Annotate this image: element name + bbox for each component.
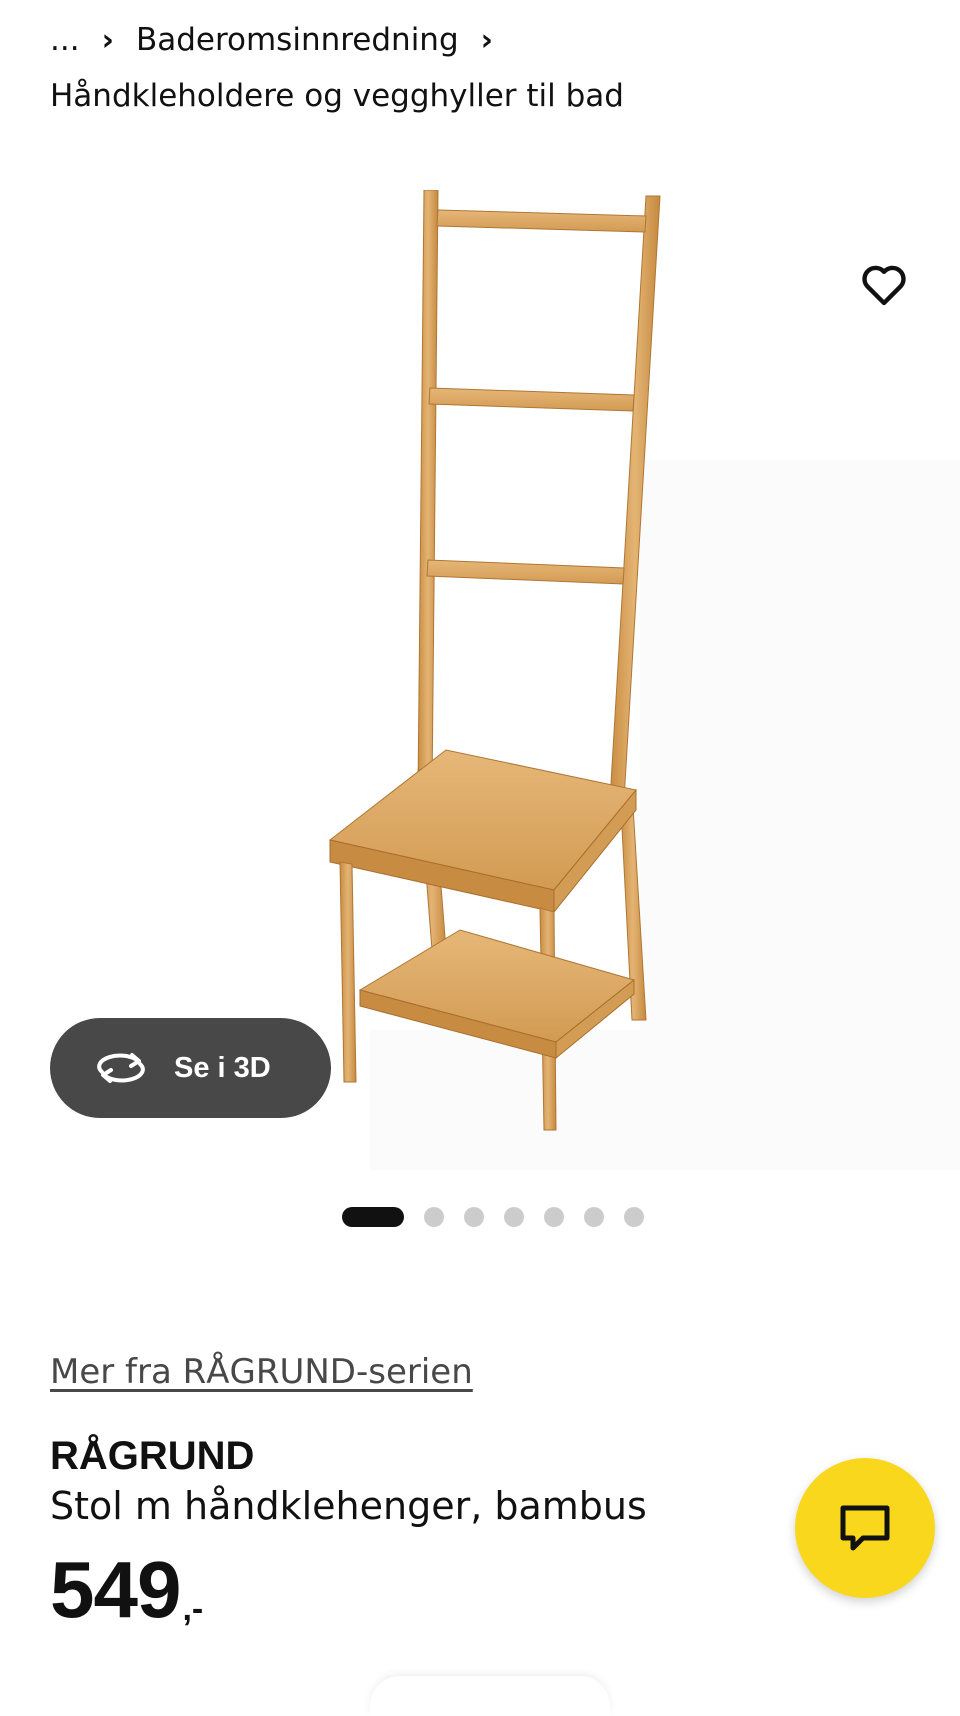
rotate-3d-icon: [94, 1050, 148, 1086]
heart-outline-icon: [862, 265, 906, 306]
product-name: RÅGRUND: [50, 1434, 255, 1478]
chat-button[interactable]: [795, 1458, 935, 1598]
gallery-dot-5[interactable]: [544, 1207, 564, 1227]
chevron-right-icon: ›: [101, 22, 114, 58]
breadcrumb: ... › Baderomsinnredning ›: [50, 18, 515, 62]
gallery-dot-3[interactable]: [464, 1207, 484, 1227]
bottom-sheet[interactable]: [370, 1676, 610, 1716]
breadcrumb-ellipsis[interactable]: ...: [50, 22, 80, 58]
gallery-dot-6[interactable]: [584, 1207, 604, 1227]
gallery-dot-7[interactable]: [624, 1207, 644, 1227]
gallery-dot-4[interactable]: [504, 1207, 524, 1227]
product-price: 549 ,-: [50, 1550, 203, 1630]
price-suffix: ,-: [182, 1590, 204, 1628]
favourite-button[interactable]: [856, 256, 912, 312]
chat-bubble-icon: [840, 1505, 890, 1551]
gallery-dot-1[interactable]: [342, 1207, 404, 1227]
series-link[interactable]: Mer fra RÅGRUND-serien: [50, 1352, 473, 1392]
gallery-pagination: [342, 1207, 664, 1227]
price-integer: 549: [50, 1545, 181, 1634]
gallery-dot-2[interactable]: [424, 1207, 444, 1227]
view-in-3d-button[interactable]: Se i 3D: [50, 1018, 331, 1118]
product-description: Stol m håndklehenger, bambus: [50, 1484, 647, 1528]
chevron-right-icon: ›: [480, 22, 494, 58]
breadcrumb-link-handkleholdere[interactable]: Håndkleholdere og vegghyller til bad: [50, 78, 624, 114]
breadcrumb-link-baderomsinnredning[interactable]: Baderomsinnredning: [136, 22, 459, 58]
product-image[interactable]: [300, 190, 680, 1150]
view-in-3d-label: Se i 3D: [174, 1051, 271, 1084]
